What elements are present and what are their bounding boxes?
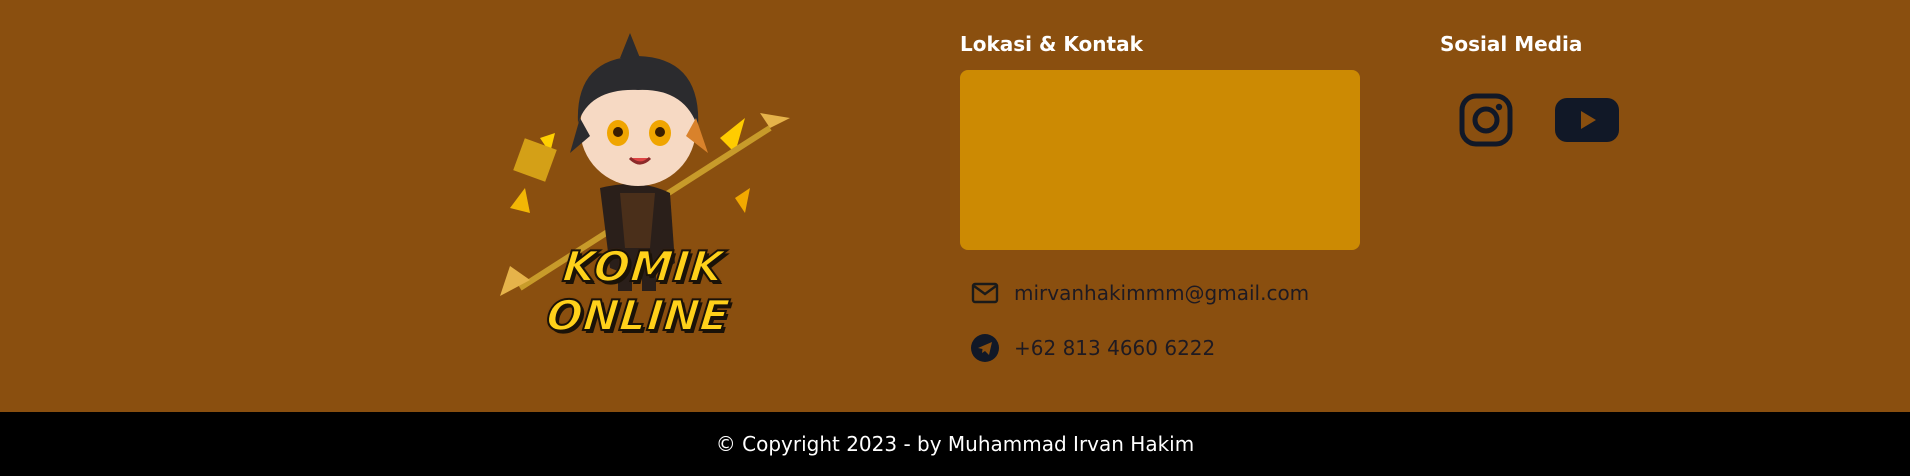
brand-logo-text: KOMIK ONLINE: [543, 241, 733, 341]
copyright-text: © Copyright 2023 - by Muhammad Irvan Hak…: [715, 432, 1195, 456]
instagram-icon[interactable]: [1458, 92, 1514, 152]
email-contact[interactable]: mirvanhakimmm@gmail.com: [970, 278, 1309, 308]
footer-main: KOMIK ONLINE Lokasi & Kontak mirvanhakim…: [0, 0, 1910, 412]
contact-title: Lokasi & Kontak: [960, 32, 1143, 56]
phone-contact[interactable]: +62 813 4660 6222: [970, 333, 1215, 363]
mail-icon: [970, 278, 1000, 308]
location-map[interactable]: [960, 70, 1360, 250]
social-title: Sosial Media: [1440, 32, 1583, 56]
social-section: Sosial Media: [1440, 30, 1740, 147]
youtube-icon[interactable]: [1554, 96, 1620, 148]
telegram-icon: [970, 333, 1000, 363]
contact-section: Lokasi & Kontak mirvanhakimmm@gmail.com …: [960, 30, 1360, 362]
phone-text: +62 813 4660 6222: [1014, 336, 1216, 360]
copyright-bar: © Copyright 2023 - by Muhammad Irvan Hak…: [0, 412, 1910, 476]
social-icons: [1458, 92, 1620, 152]
email-text: mirvanhakimmm@gmail.com: [1014, 281, 1310, 305]
brand-logo[interactable]: KOMIK ONLINE: [470, 18, 810, 341]
